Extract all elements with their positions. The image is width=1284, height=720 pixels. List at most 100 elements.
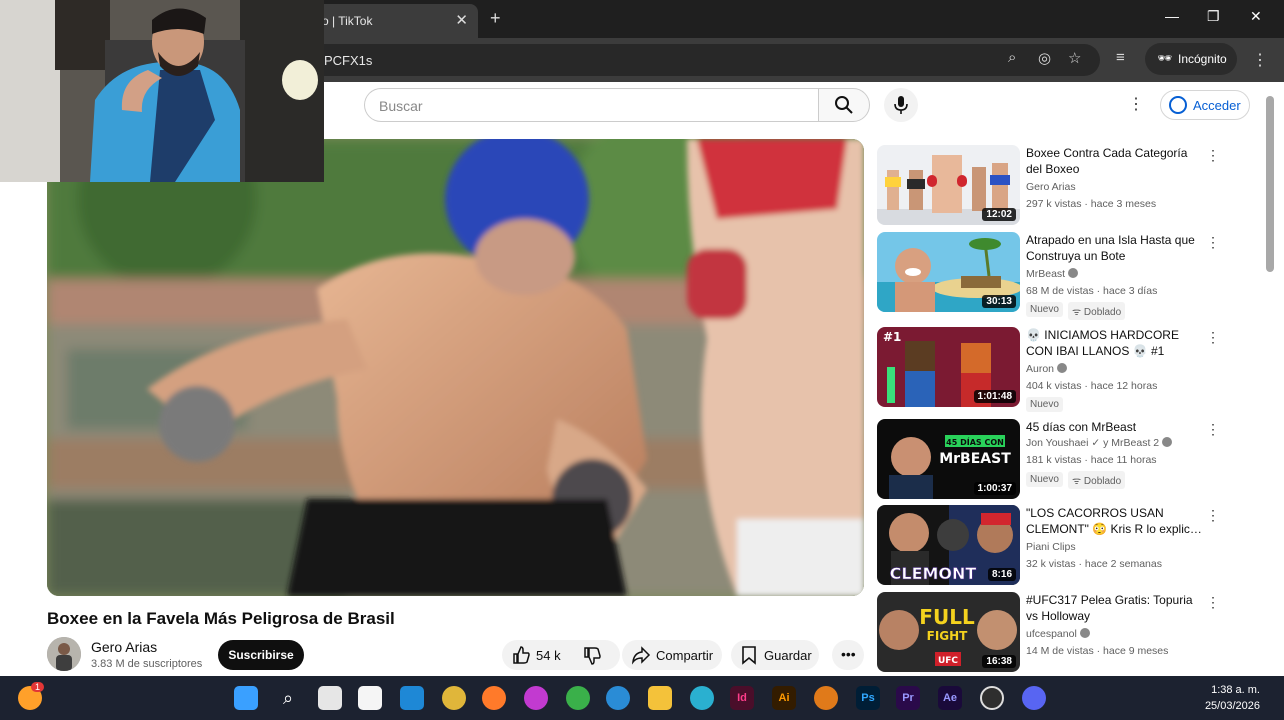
page-scrollbar[interactable] — [1266, 96, 1274, 272]
blender-icon[interactable] — [814, 686, 838, 710]
channel-name: Jon Youshaei ✓ y MrBeast 2 — [1026, 437, 1160, 449]
channel-name[interactable]: Gero Arias — [91, 639, 157, 655]
incognito-label: Incógnito — [1178, 52, 1227, 66]
start-icon[interactable] — [234, 686, 258, 710]
video-thumbnail[interactable]: 30:13 — [877, 232, 1020, 312]
chrome-active-icon[interactable] — [566, 686, 590, 710]
video-duration: 1:01:48 — [973, 390, 1016, 403]
more-actions-button[interactable]: ••• — [832, 640, 864, 670]
avatar-image — [47, 637, 81, 671]
indesign-icon[interactable]: Id — [730, 686, 754, 710]
incognito-button[interactable]: 🕶 Incógnito — [1145, 43, 1237, 75]
subscribe-button[interactable]: Suscribirse — [218, 640, 304, 670]
more-vertical-icon[interactable]: ⋮ — [1206, 421, 1220, 438]
more-vertical-icon[interactable]: ⋮ — [1206, 507, 1220, 524]
like-count: 54 k — [536, 648, 561, 663]
tab-close-icon[interactable]: ✕ — [455, 11, 468, 29]
clock-date[interactable]: 25/03/2026 — [1180, 700, 1260, 712]
more-vertical-icon[interactable]: ⋮ — [1206, 594, 1220, 611]
subscriber-count: 3.83 M de suscriptores — [91, 658, 203, 670]
video-thumbnail[interactable]: FULL FIGHT UFC 16:38 — [877, 592, 1020, 672]
recommendation-title: #UFC317 Pelea Gratis: Topuria vs Hollowa… — [1026, 593, 1193, 623]
thumb-text: UFC — [938, 656, 958, 666]
browser-menu-icon[interactable]: ⋮ — [1252, 50, 1268, 70]
more-vertical-icon[interactable]: ⋮ — [1206, 234, 1220, 251]
recommendation-item[interactable]: FULL FIGHT UFC 16:38 #UFC317 Pelea Grati… — [877, 592, 1257, 674]
video-thumbnail[interactable]: #1 1:01:48 — [877, 327, 1020, 407]
eye-off-icon[interactable]: ◎ — [1038, 49, 1051, 67]
search-button[interactable] — [818, 88, 870, 122]
photoshop-icon[interactable]: Ps — [856, 686, 880, 710]
obs-icon[interactable] — [980, 686, 1004, 710]
star-icon[interactable]: ☆ — [1068, 49, 1081, 67]
settings-menu-icon[interactable]: ⋮ — [1128, 94, 1144, 114]
file-explorer-icon[interactable] — [648, 686, 672, 710]
recommendation-item[interactable]: 30:13 Atrapado en una Isla Hasta que Con… — [877, 232, 1257, 320]
signin-button[interactable]: Acceder — [1160, 90, 1250, 120]
minimize-button[interactable]: — — [1165, 8, 1179, 24]
recommendation-title: "LOS CACORROS USAN CLEMONT" 😳 Kris R lo … — [1026, 506, 1202, 536]
share-icon — [631, 646, 651, 665]
share-button[interactable]: Compartir — [622, 640, 722, 670]
webcam-overlay — [0, 0, 324, 182]
verified-icon — [1162, 437, 1173, 447]
dislike-icon[interactable] — [582, 646, 602, 666]
browser-tab[interactable]: o | TikTok ✕ — [310, 4, 478, 38]
new-tab-button[interactable]: + — [490, 8, 501, 29]
thumb-text: FULL — [919, 605, 975, 629]
task-view-icon[interactable] — [318, 686, 342, 710]
signin-label: Acceder — [1193, 98, 1241, 113]
badge-label: Doblado — [1083, 307, 1122, 318]
like-dislike-group: 54 k — [502, 640, 620, 670]
video-thumbnail[interactable]: 12:02 — [877, 145, 1020, 225]
address-bar[interactable]: PCFX1s — [300, 44, 1100, 76]
video-duration: 1:00:37 — [973, 482, 1016, 495]
illustrator-icon[interactable]: Ai — [772, 686, 796, 710]
tab-title: o | TikTok — [322, 14, 373, 28]
vscode-icon[interactable] — [400, 686, 424, 710]
windows-taskbar: 1 ⌕ Id Ai Ps Pr Ae 1:38 a. m. 25/03/2026 — [0, 676, 1284, 720]
recommendation-channel: ufcespanol — [1026, 628, 1090, 640]
chrome-icon[interactable] — [442, 686, 466, 710]
recommendation-channel: Auron — [1026, 363, 1068, 375]
zoom-icon[interactable]: ⌕ — [1008, 49, 1016, 66]
video-thumbnail[interactable]: 45 DÍAS CON MrBEAST 1:00:37 — [877, 419, 1020, 499]
store-icon[interactable] — [358, 686, 382, 710]
thumb-text: FIGHT — [927, 629, 969, 643]
channel-avatar[interactable] — [47, 637, 81, 671]
verified-icon — [1057, 363, 1068, 373]
search-icon[interactable]: ⌕ — [276, 686, 300, 710]
badge-dubbed: ᯤ Doblado — [1068, 302, 1126, 320]
recommendation-item[interactable]: #1 1:01:48 💀 INICIAMOS HARDCORE CON IBAI… — [877, 327, 1257, 412]
user-icon — [1169, 96, 1187, 114]
video-frame — [47, 139, 864, 596]
video-thumbnail[interactable]: CLEMONT 8:16 — [877, 505, 1020, 585]
save-button[interactable]: Guardar — [731, 640, 819, 670]
chrome-profile-icon[interactable] — [524, 686, 548, 710]
after-effects-icon[interactable]: Ae — [938, 686, 962, 710]
maximize-button[interactable]: ❐ — [1207, 8, 1220, 25]
badge-label: Doblado — [1083, 476, 1122, 487]
voice-search-button[interactable] — [884, 88, 918, 122]
discord-icon[interactable] — [1022, 686, 1046, 710]
recommendation-title: 45 días con MrBeast — [1026, 420, 1137, 434]
recommendation-item[interactable]: 12:02 Boxee Contra Cada Categoría del Bo… — [877, 145, 1257, 227]
more-vertical-icon[interactable]: ⋮ — [1206, 329, 1220, 346]
premiere-icon[interactable]: Pr — [896, 686, 920, 710]
video-title: Boxee en la Favela Más Peligrosa de Bras… — [47, 609, 395, 628]
edge-icon[interactable] — [606, 686, 630, 710]
like-icon[interactable] — [511, 645, 531, 665]
recommendation-item[interactable]: CLEMONT 8:16 "LOS CACORROS USAN CLEMONT"… — [877, 505, 1257, 587]
video-player[interactable] — [47, 139, 864, 596]
thumb-text: MrBEAST — [939, 451, 1011, 467]
more-vertical-icon[interactable]: ⋮ — [1206, 147, 1220, 164]
clock-time[interactable]: 1:38 a. m. — [1180, 684, 1260, 696]
recommendation-title: 💀 INICIAMOS HARDCORE CON IBAI LLANOS 💀 #… — [1026, 328, 1179, 358]
video-duration: 8:16 — [987, 568, 1016, 581]
close-window-button[interactable]: ✕ — [1250, 8, 1262, 25]
edge-dev-icon[interactable] — [690, 686, 714, 710]
firefox-icon[interactable] — [482, 686, 506, 710]
search-input[interactable]: Buscar — [364, 88, 818, 122]
recommendation-item[interactable]: 45 DÍAS CON MrBEAST 1:00:37 45 días con … — [877, 419, 1257, 501]
media-controls-icon[interactable]: ≡ — [1116, 49, 1125, 66]
